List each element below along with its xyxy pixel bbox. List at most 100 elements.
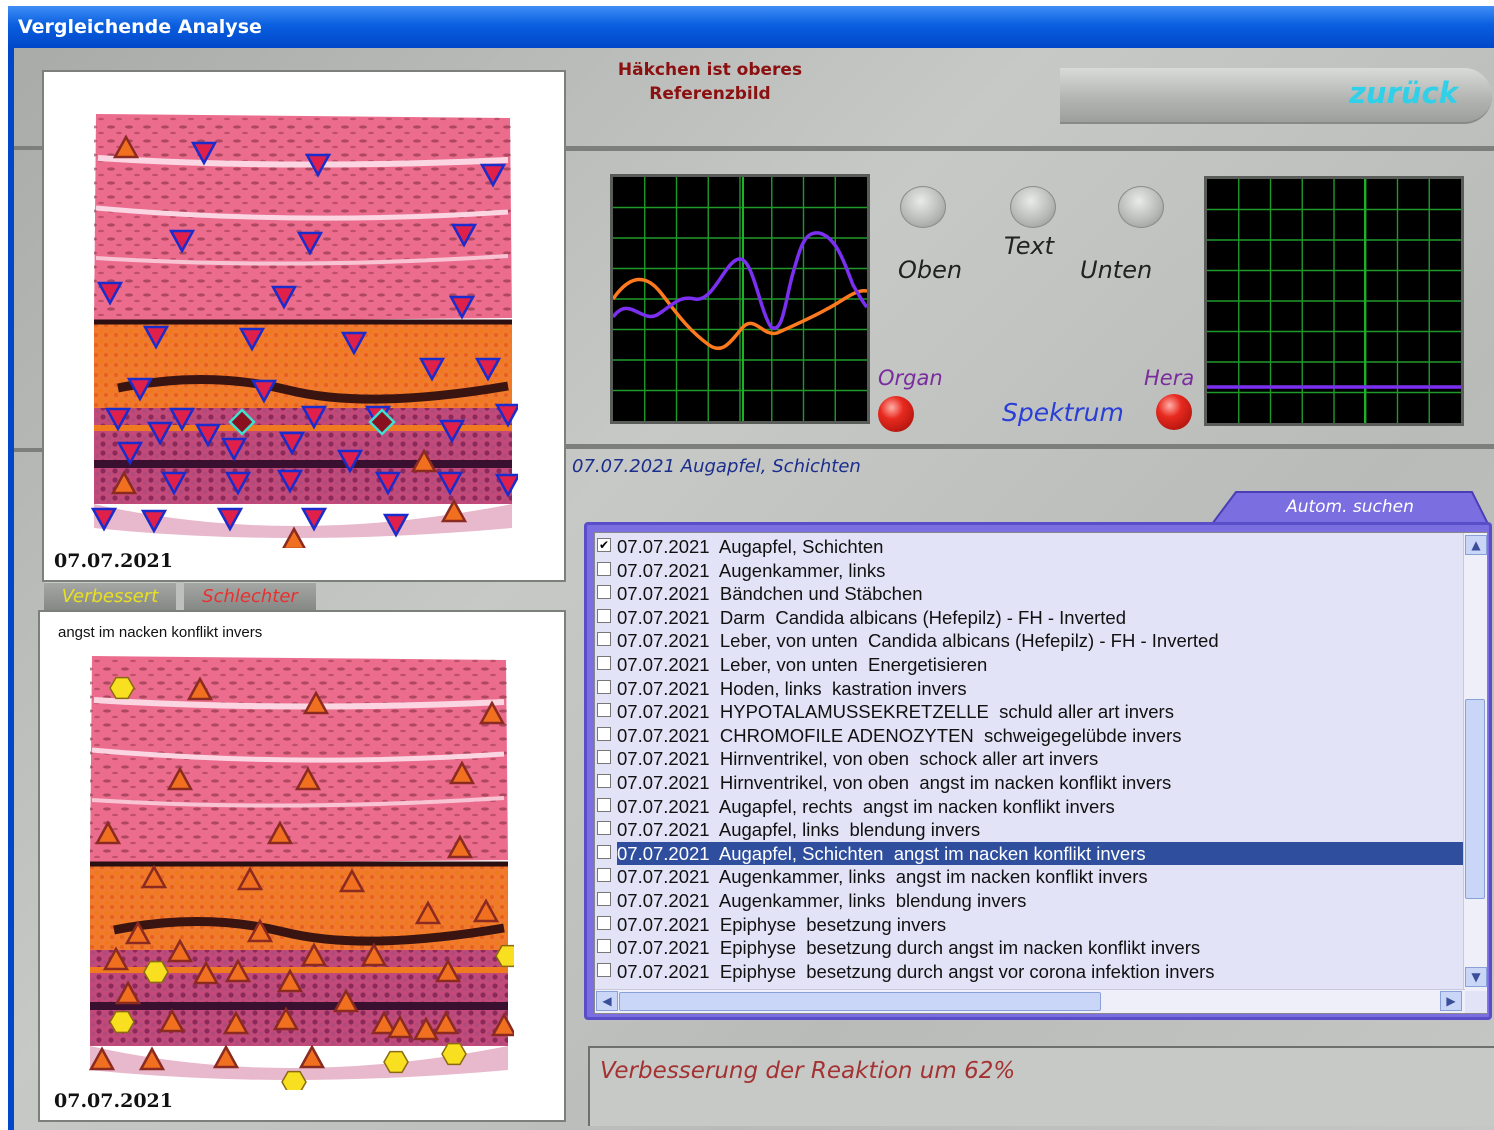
list-item-date: 07.07.2021 [617,654,710,675]
scroll-down-arrow-icon[interactable]: ▼ [1465,967,1487,987]
list-item[interactable]: 07.07.2021 Hoden, links kastration inver… [595,677,1463,701]
list-item-date: 07.07.2021 [617,701,710,723]
tab-worse[interactable]: Schlechter [184,582,316,610]
list-item-date: 07.07.2021 [617,795,710,817]
list-item[interactable]: 07.07.2021 Augenkammer, links [595,559,1463,583]
list-item[interactable]: 07.07.2021 HYPOTALAMUSSEKRETZELLE schuld… [595,700,1463,724]
list-item-spacer [710,866,719,887]
list-item-label: 07.07.2021 HYPOTALAMUSSEKRETZELLE schuld… [617,701,1174,723]
list-item-checkbox[interactable] [597,679,611,694]
horizontal-scroll-thumb[interactable] [619,992,1101,1011]
upper-image-date: 07.07.2021 [54,550,173,572]
list-item-text: Augapfel, Schichten [718,536,884,557]
list-item-checkbox[interactable] [597,632,611,647]
list-item[interactable]: 07.07.2021 Leber, von unten Energetisier… [595,653,1463,677]
divider [566,444,1494,449]
list-item-spacer [710,890,719,911]
scroll-left-arrow-icon[interactable]: ◀ [596,991,618,1011]
marker-up-icon [298,1044,326,1069]
organ-led[interactable] [878,396,914,432]
list-item-checkbox[interactable] [597,962,611,977]
list-item-text: Augenkammer, links angst im nacken konfl… [718,866,1148,888]
spectrum-label[interactable]: Spektrum [1002,398,1124,427]
list-item[interactable]: 07.07.2021 CHROMOFILE ADENOZYTEN schweig… [595,724,1463,748]
lower-tissue-image[interactable] [84,650,514,1090]
horizontal-scrollbar[interactable]: ◀ ▶ [595,989,1465,1013]
list-item-checkbox[interactable] [597,585,611,600]
list-item[interactable]: 07.07.2021 Epiphyse besetzung durch angs… [595,960,1463,984]
list-item-spacer [710,796,719,817]
list-item[interactable]: 07.07.2021 Hirnventrikel, von oben angst… [595,771,1463,795]
list-item-text: Augapfel, rechts angst im nacken konflik… [718,795,1115,817]
knob-text[interactable] [1010,186,1056,228]
list-item-checkbox[interactable] [597,656,611,670]
scroll-up-arrow-icon[interactable]: ▲ [1465,535,1487,555]
list-item-text: Darm Candida albicans (Hefepilz) - FH - … [719,606,1126,628]
list-item[interactable]: 07.07.2021 Darm Candida albicans (Hefepi… [595,606,1463,630]
list-item[interactable]: 07.07.2021 Epiphyse besetzung durch angs… [595,936,1463,960]
list-item-checkbox[interactable]: ✔ [597,538,611,552]
list-item-spacer [710,701,720,722]
list-item-checkbox[interactable] [597,915,611,930]
divider [566,146,1494,151]
list-item-text: Augapfel, Schichten angst im nacken konf… [718,842,1146,864]
list-item[interactable]: 07.07.2021 Epiphyse besetzung invers [595,913,1463,937]
hera-led[interactable] [1156,394,1192,430]
application-window: Vergleichende Analyse 07.07.2021 Verbess… [0,0,1494,1130]
current-selection-label: 07.07.2021 Augapfel, Schichten [572,456,861,477]
analysis-list[interactable]: ✔ 07.07.2021 Augapfel, Schichten 07.07.202… [594,532,1488,1014]
list-item-label: 07.07.2021 Augapfel, rechts angst im nac… [617,796,1115,818]
label-text: Text [1004,232,1055,260]
list-item-text: Augenkammer, links [718,559,886,581]
label-organ: Organ [878,366,943,390]
list-item-date: 07.07.2021 [617,748,710,770]
scope-left [610,174,870,424]
back-button[interactable]: zurück [1349,76,1458,110]
status-box: Verbesserung der Reaktion um 62% [588,1046,1494,1126]
list-item[interactable]: 07.07.2021 Leber, von unten Candida albi… [595,629,1463,653]
tab-improved[interactable]: Verbessert [44,582,176,610]
vertical-scroll-thumb[interactable] [1465,699,1485,899]
list-item-checkbox[interactable] [597,821,611,836]
lower-image-panel: angst im nacken konflikt invers 07.07.20… [38,610,566,1122]
list-item[interactable]: 07.07.2021 Augapfel, links blendung inve… [595,818,1463,842]
vertical-scrollbar[interactable]: ▲ ▼ [1463,533,1487,991]
list-item[interactable]: ✔ 07.07.2021 Augapfel, Schichten [595,535,1463,559]
list-item-checkbox[interactable] [597,797,611,812]
list-item-label: 07.07.2021 Epiphyse besetzung durch angs… [617,937,1200,959]
list-item[interactable]: 07.07.2021 Augapfel, Schichten angst im … [595,841,1463,866]
list-item[interactable]: 07.07.2021 Augenkammer, links angst im n… [595,865,1463,889]
list-item-checkbox[interactable] [597,844,611,859]
list-item-text: Epiphyse besetzung durch angst im nacken… [719,937,1201,959]
knob-top[interactable] [900,186,946,228]
list-item-date: 07.07.2021 [617,606,710,628]
list-item-date: 07.07.2021 [617,819,710,841]
list-item-checkbox[interactable] [597,608,611,623]
label-bottom: Unten [1080,256,1153,284]
list-item-spacer [710,607,720,628]
list-item-checkbox[interactable] [597,561,611,576]
list-item[interactable]: 07.07.2021 Hirnventrikel, von oben schoc… [595,747,1463,771]
upper-tissue-image[interactable] [88,108,518,548]
back-bar: zurück [1060,68,1492,124]
list-item-checkbox[interactable] [597,939,611,954]
list-item[interactable]: 07.07.2021 Augenkammer, links blendung i… [595,889,1463,913]
list-item-checkbox[interactable] [597,750,611,765]
auto-search-button[interactable]: Autom. suchen [1212,490,1488,524]
list-item-checkbox[interactable] [597,892,611,906]
list-item-date: 07.07.2021 [617,677,710,699]
list-item-date: 07.07.2021 [617,890,710,911]
list-item-checkbox[interactable] [597,868,611,883]
reference-note-line1: Häkchen ist oberes [617,60,803,80]
marker-hexagon-icon [441,1042,467,1066]
list-item[interactable]: 07.07.2021 Augapfel, rechts angst im nac… [595,795,1463,819]
list-item-checkbox[interactable] [597,703,611,718]
scroll-right-arrow-icon[interactable]: ▶ [1440,991,1462,1011]
list-item-checkbox[interactable] [597,774,611,788]
list-item-date: 07.07.2021 [617,772,710,793]
list-item-spacer [710,819,719,840]
list-item-checkbox[interactable] [597,726,611,741]
list-item-text: Epiphyse besetzung invers [719,913,947,935]
list-item[interactable]: 07.07.2021 Bändchen und Stäbchen [595,582,1463,606]
knob-bottom[interactable] [1118,186,1164,228]
